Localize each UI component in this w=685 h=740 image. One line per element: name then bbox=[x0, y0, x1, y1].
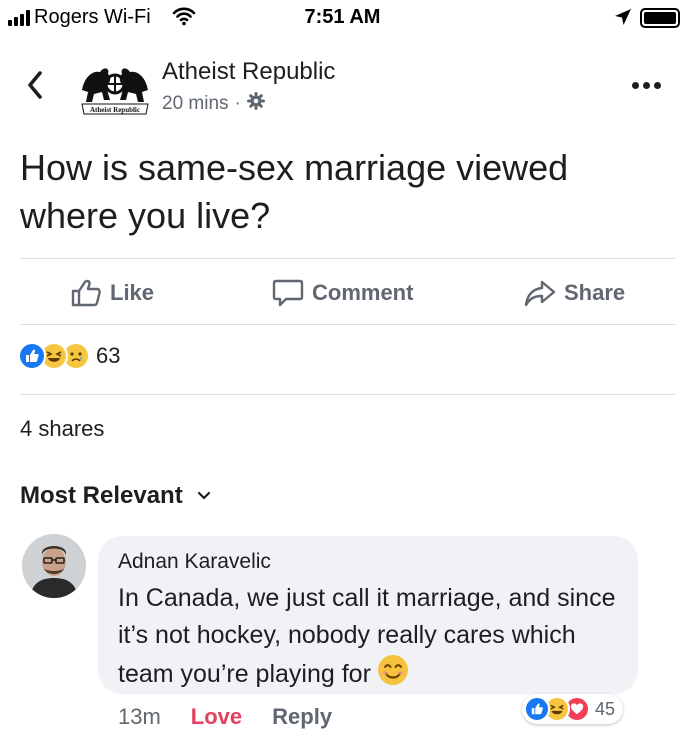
comments-sort-dropdown[interactable]: Most Relevant bbox=[20, 482, 211, 510]
divider bbox=[20, 394, 675, 395]
location-arrow-icon bbox=[614, 8, 632, 31]
back-button[interactable] bbox=[26, 70, 44, 105]
status-bar: Rogers Wi-Fi 7:51 AM bbox=[0, 0, 685, 36]
share-arrow-icon bbox=[524, 280, 556, 307]
divider bbox=[20, 258, 675, 259]
sort-label: Most Relevant bbox=[20, 482, 183, 509]
divider bbox=[20, 324, 675, 325]
comment-bubble[interactable]: Adnan Karavelic In Canada, we just call … bbox=[98, 536, 638, 694]
post-text: How is same-sex marriage viewed where yo… bbox=[20, 147, 569, 236]
share-label: Share bbox=[564, 280, 626, 305]
comment-actions: 13m Love Reply bbox=[118, 704, 332, 730]
comment-text-container: In Canada, we just call it marriage, and… bbox=[118, 580, 618, 697]
status-time: 7:51 AM bbox=[304, 6, 381, 28]
gear-icon bbox=[246, 92, 265, 116]
like-reaction-icon bbox=[18, 342, 46, 370]
action-bar: Like Comment Share bbox=[0, 262, 685, 324]
more-options-button[interactable] bbox=[632, 82, 661, 89]
reply-button[interactable]: Reply bbox=[272, 704, 332, 730]
chevron-down-icon bbox=[197, 491, 210, 500]
like-button[interactable]: Like bbox=[70, 278, 154, 308]
comment-time[interactable]: 13m bbox=[118, 704, 161, 730]
logo-text: Atheist Republic bbox=[90, 106, 140, 114]
reaction-count: 63 bbox=[96, 343, 121, 368]
thumbs-up-icon bbox=[71, 279, 101, 307]
post-time[interactable]: 20 mins bbox=[162, 93, 229, 115]
meta-separator: · bbox=[234, 93, 241, 114]
chevron-left-icon bbox=[28, 71, 42, 99]
reaction-summary[interactable]: 63 bbox=[18, 342, 120, 370]
share-button[interactable]: Share bbox=[524, 278, 625, 308]
dot bbox=[654, 82, 661, 89]
page-name[interactable]: Atheist Republic bbox=[162, 58, 335, 86]
commenter-avatar[interactable] bbox=[22, 534, 86, 598]
smiling-face-emoji-icon bbox=[377, 654, 409, 697]
comment-bubble-icon bbox=[272, 279, 304, 307]
comment-reaction-summary[interactable]: 45 bbox=[522, 694, 624, 724]
comment-reaction-count: 45 bbox=[595, 698, 616, 719]
comment-label: Comment bbox=[312, 280, 414, 305]
love-button[interactable]: Love bbox=[191, 704, 242, 730]
comment-text: In Canada, we just call it marriage, and… bbox=[118, 584, 616, 689]
post-meta: 20 mins · bbox=[162, 92, 265, 116]
comment-button[interactable]: Comment bbox=[272, 278, 413, 308]
dot bbox=[632, 82, 639, 89]
like-reaction-icon bbox=[524, 696, 550, 722]
commenter-name[interactable]: Adnan Karavelic bbox=[118, 550, 618, 574]
share-count[interactable]: 4 shares bbox=[20, 416, 104, 442]
battery-icon bbox=[640, 8, 680, 28]
like-label: Like bbox=[110, 280, 155, 305]
dot bbox=[643, 82, 650, 89]
page-avatar-logo[interactable]: Atheist Republic bbox=[78, 60, 152, 116]
